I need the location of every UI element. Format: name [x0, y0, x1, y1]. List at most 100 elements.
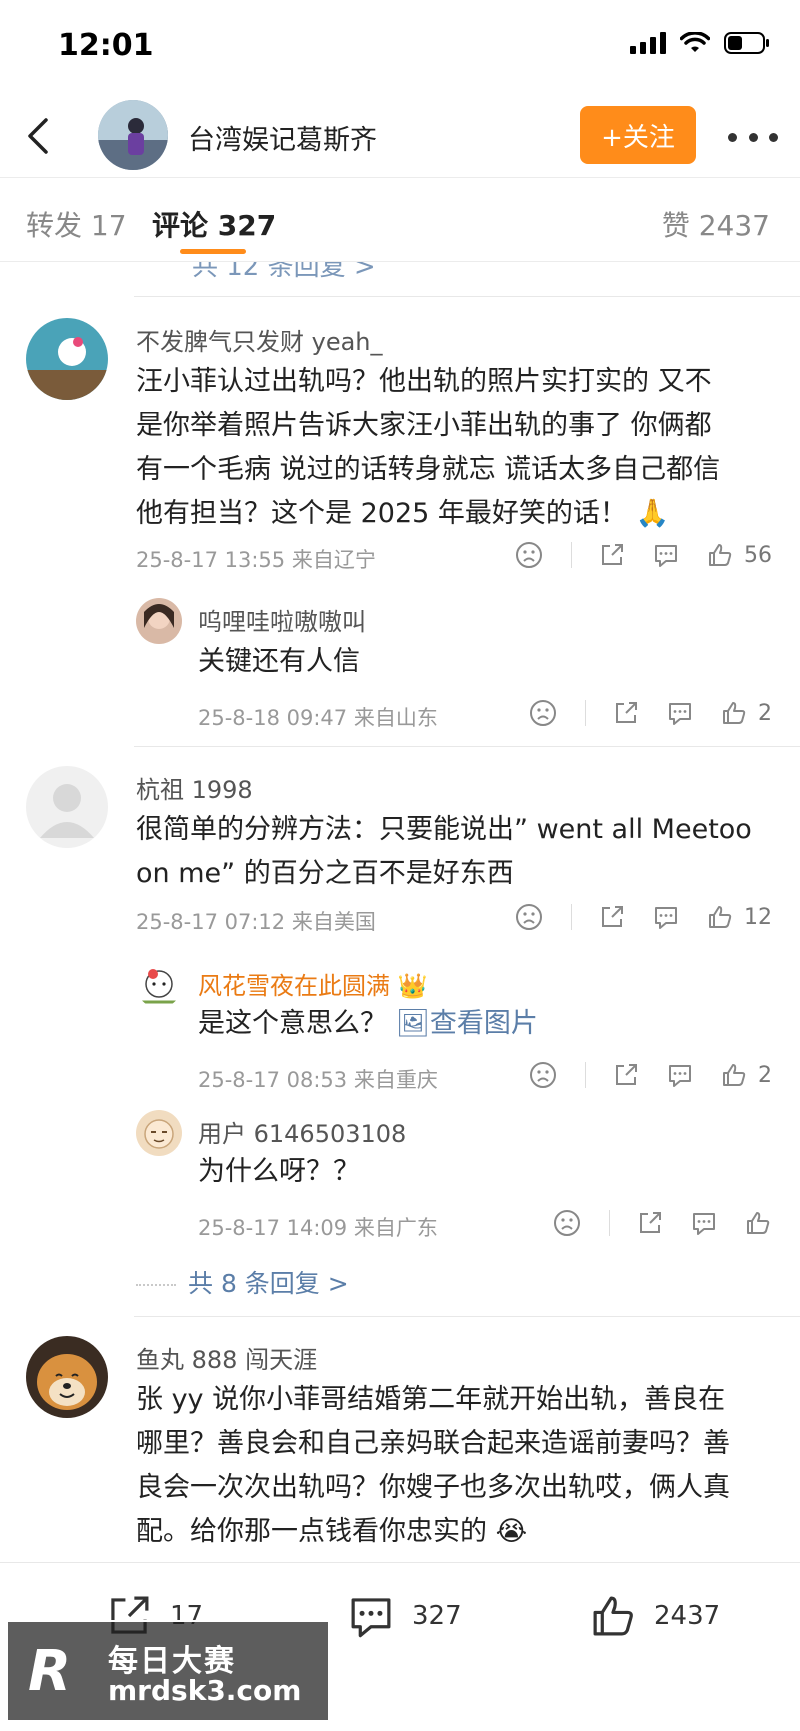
- separator: [571, 904, 572, 930]
- separator: [609, 1210, 610, 1236]
- like-post-button[interactable]: 2437: [588, 1591, 720, 1641]
- comment-line: 张 yy 说你小菲哥结婚第二年就开始出轨，善良在: [136, 1384, 726, 1415]
- sad-face-icon: [516, 542, 542, 568]
- reply-meta: 25-8-17 08:53 来自重庆: [198, 1068, 438, 1092]
- share-icon: [602, 906, 623, 927]
- reply-name[interactable]: 用户 6146503108: [198, 1114, 406, 1149]
- like-button[interactable]: [744, 1209, 772, 1237]
- reply-avatar[interactable]: [136, 598, 182, 644]
- share-button[interactable]: [612, 1061, 640, 1089]
- like-count: 2: [758, 1062, 772, 1088]
- reply-actions: 2: [503, 1058, 772, 1092]
- commenter-avatar[interactable]: [26, 766, 108, 848]
- reply-text-body: 是这个意思么？: [198, 1008, 387, 1039]
- commenter-name[interactable]: 杭祖 1998: [136, 770, 253, 805]
- separator: [571, 542, 572, 568]
- comment-line: 是你举着照片告诉大家汪小菲出轨的事了 你俩都: [136, 410, 712, 441]
- commenter-name[interactable]: 不发脾气只发财 yeah_: [136, 322, 383, 357]
- comment-icon: [351, 1598, 391, 1638]
- comment-actions: 12: [489, 900, 772, 934]
- wifi-icon: [680, 32, 710, 52]
- share-icon: [616, 702, 637, 723]
- sad-face-icon: [530, 1062, 556, 1088]
- like-button[interactable]: 2: [720, 699, 772, 727]
- reply-avatar[interactable]: [136, 1110, 182, 1156]
- sad-face-icon: [554, 1210, 580, 1236]
- reply-name[interactable]: 呜哩哇啦嗷嗷叫: [198, 602, 366, 637]
- commenter-name[interactable]: 鱼丸 888 闯天涯: [136, 1340, 317, 1375]
- tab-comments[interactable]: 评论 327: [152, 204, 276, 244]
- follow-button[interactable]: +关注: [580, 106, 696, 164]
- comment-count: 327: [412, 1601, 462, 1631]
- status-bar: 12:01: [0, 0, 800, 96]
- reply-button[interactable]: [666, 1061, 694, 1089]
- comment-text: 汪小菲认过出轨吗？他出轨的照片实打实的 又不 是你举着照片告诉大家汪小菲出轨的事…: [136, 360, 720, 536]
- divider: [134, 746, 800, 747]
- watermark-logo: R: [28, 1639, 71, 1702]
- signal-icon: [630, 32, 666, 54]
- comment-icon: [669, 703, 691, 725]
- reply-text: 关键还有人信: [198, 646, 360, 677]
- reply-button[interactable]: [652, 903, 680, 931]
- like-count: 56: [744, 542, 772, 568]
- separator: [585, 1062, 586, 1088]
- like-button[interactable]: 56: [706, 541, 772, 569]
- separator: [585, 700, 586, 726]
- thumbs-up-icon: [709, 544, 732, 566]
- reply-name[interactable]: 风花雪夜在此圆满 👑: [198, 966, 428, 1001]
- reply-actions: 2: [503, 696, 772, 730]
- divider: [134, 1316, 800, 1317]
- like-button[interactable]: 12: [706, 903, 772, 931]
- share-icon: [602, 544, 623, 565]
- dislike-button[interactable]: [529, 1061, 557, 1089]
- reply-avatar[interactable]: [136, 962, 182, 1008]
- view-image-link[interactable]: 🖼查看图片: [396, 1008, 538, 1039]
- comment-line: 哪里？善良会和自己亲妈联合起来造谣前妻吗？善: [136, 1428, 730, 1459]
- more-options-icon[interactable]: [728, 122, 778, 152]
- comment-line: 他有担当？这个是 2025 年最好笑的话！ 🙏: [136, 498, 670, 529]
- sad-face-icon: [530, 700, 556, 726]
- reply-button[interactable]: [666, 699, 694, 727]
- like-button[interactable]: 2: [720, 1061, 772, 1089]
- reply-button[interactable]: [652, 541, 680, 569]
- status-time: 12:01: [58, 28, 154, 63]
- dislike-button[interactable]: [553, 1209, 581, 1237]
- divider: [134, 296, 800, 297]
- share-icon: [616, 1064, 637, 1085]
- commenter-avatar[interactable]: [26, 318, 108, 400]
- tab-likes[interactable]: 赞 2437: [662, 204, 770, 244]
- author-avatar[interactable]: [98, 100, 168, 170]
- sad-face-icon: [516, 904, 542, 930]
- comment-meta: 25-8-17 07:12 来自美国: [136, 910, 376, 934]
- reply-text: 是这个意思么？ 🖼查看图片: [198, 1002, 538, 1046]
- dislike-button[interactable]: [529, 699, 557, 727]
- dotted-line: [136, 1284, 176, 1286]
- nav-header: 台湾娱记葛斯齐 +关注: [0, 96, 800, 178]
- tab-active-indicator: [180, 249, 246, 254]
- share-button[interactable]: [636, 1209, 664, 1237]
- comment-line: 汪小菲认过出轨吗？他出轨的照片实打实的 又不: [136, 366, 712, 397]
- tab-reposts[interactable]: 转发 17: [26, 204, 127, 244]
- dislike-button[interactable]: [515, 903, 543, 931]
- share-button[interactable]: [612, 699, 640, 727]
- more-replies-link[interactable]: 共 8 条回复 >: [136, 1264, 349, 1300]
- thumbs-up-icon: [593, 1596, 633, 1636]
- commenter-avatar[interactable]: [26, 1336, 108, 1418]
- comment-button[interactable]: 327: [346, 1591, 462, 1641]
- reply-button[interactable]: [690, 1209, 718, 1237]
- comment-line: 有一个毛病 说过的话转身就忘 谎话太多自己都信: [136, 454, 721, 485]
- author-name[interactable]: 台湾娱记葛斯齐: [188, 118, 377, 157]
- comment-icon: [655, 545, 677, 567]
- comment-icon: [693, 1213, 715, 1235]
- like-count: 2437: [654, 1601, 721, 1631]
- back-icon[interactable]: [18, 114, 62, 158]
- dislike-button[interactable]: [515, 541, 543, 569]
- share-button[interactable]: [598, 903, 626, 931]
- comment-text: 张 yy 说你小菲哥结婚第二年就开始出轨，善良在 哪里？善良会和自己亲妈联合起来…: [136, 1378, 730, 1554]
- reply-meta: 25-8-17 14:09 来自广东: [198, 1216, 438, 1240]
- thumbs-up-icon: [709, 906, 732, 928]
- share-button[interactable]: [598, 541, 626, 569]
- thumbs-up-icon: [747, 1212, 770, 1234]
- comment-line: 配。给你那一点钱看你忠实的 😭: [136, 1516, 528, 1547]
- comment-actions: 56: [489, 538, 772, 572]
